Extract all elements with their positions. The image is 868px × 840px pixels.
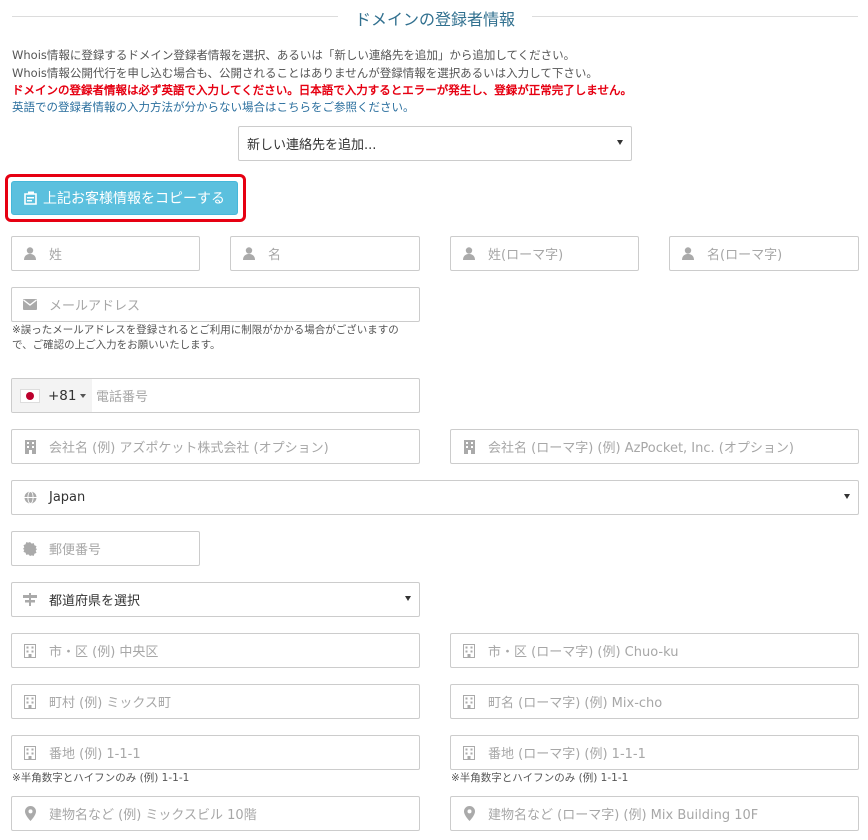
first-name-placeholder: 名 (268, 248, 282, 263)
building-roman-field[interactable]: 建物名など (ローマ字) (例) Mix Building 10F (450, 796, 859, 831)
building-icon (461, 643, 477, 659)
address-roman-hint: ※半角数字とハイフンのみ (例) 1-1-1 (451, 772, 629, 784)
town-roman-placeholder: 町名 (ローマ字) (例) Mix-cho (488, 696, 663, 711)
copy-icon (24, 191, 37, 205)
email-field[interactable]: メールアドレス (11, 287, 420, 322)
user-icon (22, 246, 38, 262)
section-title: ドメインの登録者情報 (354, 10, 515, 29)
map-marker-icon (22, 806, 38, 822)
envelope-icon (22, 297, 38, 313)
address-placeholder: 番地 (例) 1-1-1 (49, 747, 141, 762)
building-icon (461, 745, 477, 761)
last-name-placeholder: 姓 (49, 248, 63, 263)
contact-select[interactable]: 新しい連絡先を追加... (238, 126, 632, 161)
building-icon (22, 694, 38, 710)
user-icon (241, 246, 257, 262)
country-value: Japan (49, 490, 86, 505)
town-placeholder: 町村 (例) ミックス町 (49, 696, 172, 711)
prefecture-value: 都道府県を選択 (49, 594, 141, 609)
town-roman-field[interactable]: 町名 (ローマ字) (例) Mix-cho (450, 684, 859, 719)
phone-placeholder: 電話番号 (96, 390, 149, 405)
warning-text: ドメインの登録者情報は必ず英語で入力してください。日本語で入力するとエラーが発生… (12, 83, 632, 97)
address-roman-placeholder: 番地 (ローマ字) (例) 1-1-1 (488, 747, 646, 762)
company-roman-field[interactable]: 会社名 (ローマ字) (例) AzPocket, Inc. (オプション) (450, 429, 859, 464)
country-select[interactable]: Japan (11, 480, 859, 515)
building-placeholder: 建物名など (例) ミックスビル 10階 (49, 808, 257, 823)
building-roman-placeholder: 建物名など (ローマ字) (例) Mix Building 10F (488, 808, 759, 823)
building-icon (22, 439, 38, 455)
help-link[interactable]: 英語での登録者情報の入力方法が分からない場合はこちらをご参照ください。 (12, 100, 415, 115)
building-field[interactable]: 建物名など (例) ミックスビル 10階 (11, 796, 420, 831)
building-icon (22, 643, 38, 659)
address-hint: ※半角数字とハイフンのみ (例) 1-1-1 (12, 772, 190, 784)
note-line-2: Whois情報公開代行を申し込む場合も、公開されることはありませんが登録情報を選… (12, 66, 598, 80)
last-name-field[interactable]: 姓 (11, 236, 200, 271)
map-marker-icon (461, 806, 477, 822)
company-field[interactable]: 会社名 (例) アズポケット株式会社 (オプション) (11, 429, 420, 464)
country-code-dropdown[interactable]: +81 (12, 379, 92, 412)
email-placeholder: メールアドレス (49, 299, 141, 314)
certificate-icon (22, 541, 38, 557)
section-divider-left (12, 16, 338, 17)
city-placeholder: 市・区 (例) 中央区 (49, 645, 159, 660)
building-icon (461, 694, 477, 710)
company-placeholder: 会社名 (例) アズポケット株式会社 (オプション) (49, 441, 329, 456)
building-icon (22, 745, 38, 761)
city-field[interactable]: 市・区 (例) 中央区 (11, 633, 420, 668)
user-icon (680, 246, 696, 262)
signpost-icon (22, 592, 38, 608)
address-roman-field[interactable]: 番地 (ローマ字) (例) 1-1-1 (450, 735, 859, 770)
user-icon (461, 246, 477, 262)
chevron-down-icon (844, 494, 850, 499)
last-name-roman-placeholder: 姓(ローマ字) (488, 248, 564, 263)
last-name-roman-field[interactable]: 姓(ローマ字) (450, 236, 639, 271)
section-divider-right (532, 16, 858, 17)
japan-flag-icon (20, 388, 40, 403)
email-hint-line-2: で、ご確認の上ご入力をお願いいたします。 (12, 339, 221, 351)
first-name-field[interactable]: 名 (230, 236, 420, 271)
city-roman-field[interactable]: 市・区 (ローマ字) (例) Chuo-ku (450, 633, 859, 668)
first-name-roman-placeholder: 名(ローマ字) (707, 248, 783, 263)
globe-icon (22, 490, 38, 506)
building-icon (461, 439, 477, 455)
zip-field[interactable]: 郵便番号 (11, 531, 200, 566)
prefecture-select[interactable]: 都道府県を選択 (11, 582, 420, 617)
note-line-1: Whois情報に登録するドメイン登録者情報を選択、あるいは「新しい連絡先を追加」… (12, 48, 576, 62)
email-hint-line-1: ※誤ったメールアドレスを登録されるとご利用に制限がかかる場合がございますの (12, 324, 399, 336)
zip-placeholder: 郵便番号 (49, 543, 102, 558)
chevron-down-icon (617, 140, 623, 145)
company-roman-placeholder: 会社名 (ローマ字) (例) AzPocket, Inc. (オプション) (488, 441, 794, 456)
phone-field[interactable]: +81 電話番号 (11, 378, 420, 413)
town-field[interactable]: 町村 (例) ミックス町 (11, 684, 420, 719)
address-field[interactable]: 番地 (例) 1-1-1 (11, 735, 420, 770)
city-roman-placeholder: 市・区 (ローマ字) (例) Chuo-ku (488, 645, 679, 660)
contact-select-value: 新しい連絡先を追加... (247, 138, 377, 153)
chevron-down-icon (79, 393, 86, 398)
copy-button-label: 上記お客様情報をコピーする (43, 191, 225, 207)
chevron-down-icon (405, 596, 411, 601)
country-dial-code: +81 (48, 387, 77, 404)
copy-customer-info-button[interactable]: 上記お客様情報をコピーする (11, 181, 238, 215)
first-name-roman-field[interactable]: 名(ローマ字) (669, 236, 859, 271)
